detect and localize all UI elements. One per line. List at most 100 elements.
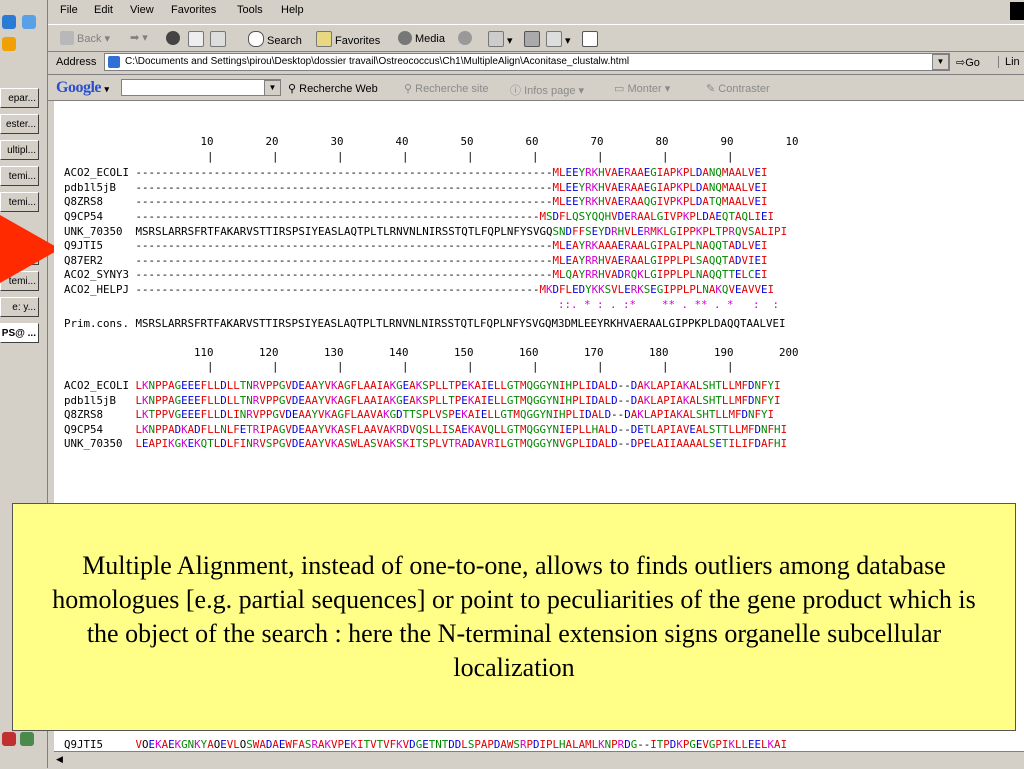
network-icon[interactable] [2,732,16,746]
discuss-button[interactable] [582,31,601,47]
window-corner-block [1010,2,1024,20]
sequence-residues: VOEKAEKGNKYAOEVLOSWADAEWFASRAKVPEKITVTVF… [135,738,788,751]
horizontal-scrollbar[interactable]: ◀ [54,751,1024,769]
scroll-left-arrow-icon[interactable]: ◀ [56,754,63,765]
binoculars-icon: ⚲ [288,83,297,95]
sequence-residues: ----------------------------------------… [135,283,775,296]
search-icon [248,31,264,47]
sequence-name: Q9JTI5 [64,239,136,253]
home-icon [210,31,226,47]
sequence-row: ACO2_HELPJ -----------------------------… [64,283,774,298]
media-player-icon[interactable] [2,37,16,51]
primary-consensus-label: Prim.cons. [64,317,136,331]
sequence-row: Q9JTI5 VOEKAEKGNKYAOEVLOSWADAEWFASRAKVPE… [64,738,787,751]
sequence-residues: LEAPIKGKEKQTLDLFINRVSPGVDEAAYVKASWLASVAK… [135,437,788,451]
highlight-button[interactable]: ✎ Contraster [706,82,770,95]
volume-icon[interactable] [20,732,34,746]
address-input[interactable]: C:\Documents and Settings\pirou\Desktop\… [104,53,950,71]
mail-icon [488,31,504,47]
sequence-residues: LKTPPVGEEEFLLDLINRVPPGVDEAAYVKAGFLAAVAKG… [135,408,775,422]
edit-icon [546,31,562,47]
media-button[interactable]: Media [398,31,445,45]
standard-toolbar: Back ▾ ➡ ▾ Search Favorites Media ▾ ▾ [48,24,1024,52]
desktop-icon[interactable] [22,15,36,29]
google-search-input[interactable] [121,79,281,96]
taskbar-item[interactable]: e: y... [0,297,39,317]
address-label: Address [56,56,97,68]
sequence-row: Q8ZRS8 ---------------------------------… [64,195,768,210]
menu-favorites[interactable]: Favorites [171,4,216,16]
quicklaunch-icons [0,10,47,60]
taskbar-item[interactable]: temi... [0,166,39,186]
favorites-icon [316,31,332,47]
edit-button[interactable]: ▾ [546,31,571,47]
stop-icon [166,31,180,45]
taskbar-item[interactable]: epar... [0,88,39,108]
menu-help[interactable]: Help [281,4,304,16]
menu-tools[interactable]: Tools [237,4,263,16]
menu-file[interactable]: File [60,4,78,16]
links-button[interactable]: Lin [998,56,1020,68]
sequence-residues: LKNPPAGEEEFLLDLLTNRVPPGVDEAAYVKAGFLAAIAK… [135,379,781,392]
sequence-residues: LKNPPAGEEEFLLDLLTNRVPPGVDEAAYVKAGFLAAIAK… [135,393,781,407]
search-web-button[interactable]: ⚲ Recherche Web [288,82,378,95]
menu-edit[interactable]: Edit [94,4,113,16]
page-info-button[interactable]: ⓘ Infos page ▾ [510,82,584,98]
refresh-button[interactable] [188,31,207,47]
highlighter-icon: ✎ [706,83,716,95]
address-bar: Address C:\Documents and Settings\pirou\… [48,52,1024,75]
sequence-name: ACO2_ECOLI [64,166,136,180]
taskbar-item[interactable]: PS@ ... [0,323,39,343]
sequence-name: Q87ER2 [64,253,136,267]
sequence-row: Q9CP54 LKNPPADKADFLLNLFETRIPAGVDEAAYVKAS… [64,423,787,438]
print-button[interactable] [524,31,543,47]
sequence-row: pdb1l5jB LKNPPAGEEEFLLDLLTNRVPPGVDEAAYVK… [64,394,781,409]
google-logo[interactable]: Google ▾ [56,79,109,97]
site-search-icon: ⚲ [404,83,413,95]
menu-view[interactable]: View [130,4,154,16]
ruler-ticks: | | | | | | | | | [64,149,734,163]
home-button[interactable] [210,31,229,47]
taskbar-item[interactable]: temi... [0,192,39,212]
sequence-residues: ----------------------------------------… [135,239,768,253]
forward-button[interactable]: ➡ ▾ [130,31,148,44]
annotation-callout: Multiple Alignment, instead of one-to-on… [12,503,1016,731]
up-button[interactable]: ▭ Monter ▾ [614,82,670,95]
sequence-name: Q8ZRS8 [64,408,136,422]
google-search-dropdown[interactable]: ▼ [264,80,281,96]
sequence-row: Q87ER2 ---------------------------------… [64,254,768,269]
address-dropdown-button[interactable]: ▼ [932,54,949,70]
sequence-residues: ----------------------------------------… [135,166,768,180]
google-menu-chevron-icon: ▾ [104,84,110,94]
taskbar-item[interactable]: ultipl... [0,140,39,160]
google-toolbar: Google ▾ ▼ ⚲ Recherche Web ⚲ Recherche s… [48,76,1024,101]
sequence-name: ACO2_ECOLI [64,379,136,392]
stop-button[interactable] [166,31,183,45]
sequence-residues: ----------------------------------------… [135,210,775,223]
conservation-line: ::. * : . :* ** . ** . * : : [64,297,780,311]
sequence-name: UNK_70350 [64,224,136,238]
sequence-residues: ----------------------------------------… [135,268,768,282]
position-ruler: 110 120 130 140 150 160 170 180 190 200 [64,345,799,359]
sequence-row: ACO2_ECOLI -----------------------------… [64,166,768,181]
back-button[interactable]: Back ▾ [60,31,110,45]
sequence-residues: LKNPPADKADFLLNLFETRIPAGVDEAAYVKASFLAAVAK… [135,422,788,436]
refresh-icon [188,31,204,47]
taskbar-item[interactable]: ester... [0,114,39,134]
go-button[interactable]: ⇨Go [956,56,980,69]
sequence-row: Q9CP54 ---------------------------------… [64,210,774,225]
history-button[interactable] [458,31,475,45]
annotation-text: Multiple Alignment, instead of one-to-on… [52,551,976,682]
search-button[interactable]: Search [248,31,302,47]
primary-consensus-seq: MSRSLARRSFRTFAKARVSTTIRSPSIYEASLAQTPLTLR… [135,317,786,331]
media-icon [398,31,412,45]
ie-icon[interactable] [2,15,16,29]
sequence-name: Q9CP54 [64,210,136,223]
search-site-button[interactable]: ⚲ Recherche site [404,82,489,95]
sequence-row: ACO2_SYNY3 -----------------------------… [64,268,768,283]
mail-button[interactable]: ▾ [488,31,513,47]
sequence-residues: ----------------------------------------… [135,253,768,267]
favorites-button[interactable]: Favorites [316,31,380,47]
back-arrow-icon [60,31,74,45]
sequence-name: UNK_70350 [64,437,136,451]
